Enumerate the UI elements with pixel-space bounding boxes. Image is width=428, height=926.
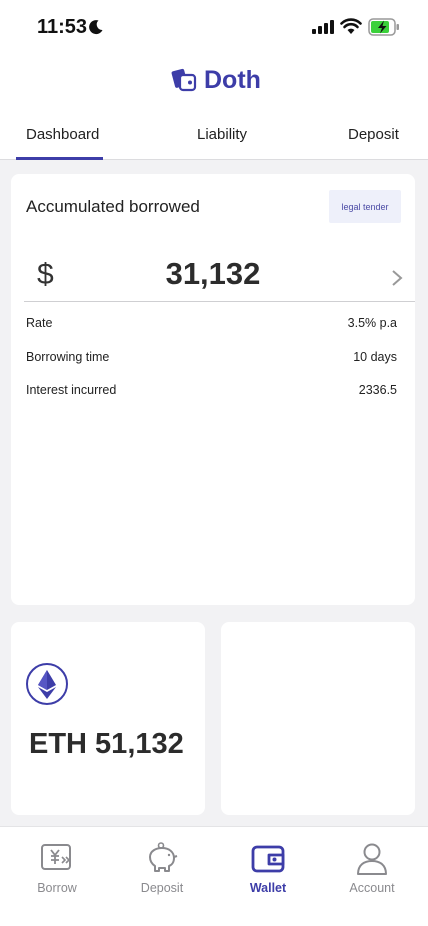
divider [24, 301, 415, 302]
signal-icon [312, 20, 334, 34]
card-title: Accumulated borrowed [26, 197, 200, 216]
accumulated-borrowed-card[interactable]: Accumulated borrowed legal tender $ 31,1… [11, 174, 415, 605]
nav-deposit[interactable]: Deposit [122, 841, 202, 895]
nav-borrow-label: Borrow [37, 881, 77, 895]
nav-deposit-label: Deposit [140, 881, 184, 895]
account-icon [357, 843, 387, 875]
tab-dashboard[interactable]: Dashboard [26, 126, 99, 143]
legal-tender-chip[interactable]: legal tender [329, 190, 401, 223]
wallet-cards-icon [171, 68, 197, 92]
rate-label: Rate [26, 316, 53, 330]
borrowed-amount: 31,132 [165, 256, 261, 291]
brand: Doth [170, 64, 261, 96]
borrowing-time-value: 10 days [353, 350, 397, 364]
nav-account-label: Account [349, 881, 395, 895]
borrowing-time-label: Borrowing time [26, 350, 110, 364]
interest-incurred-value: 2336.5 [358, 383, 397, 397]
rate-row: Rate 3.5% p.a [26, 316, 397, 334]
battery-charging-icon [368, 18, 399, 36]
app-header: Doth [0, 56, 428, 106]
nav-wallet-label: Wallet [249, 881, 287, 895]
nav-wallet[interactable]: Wallet [228, 841, 308, 895]
eth-balance: ETH 51,132 [29, 728, 184, 760]
wifi-icon [340, 18, 362, 34]
tab-deposit[interactable]: Deposit [348, 126, 399, 143]
chevron-right-icon[interactable] [391, 269, 403, 287]
tab-liability[interactable]: Liability [197, 126, 247, 143]
status-bar: 11:53 [0, 0, 428, 56]
interest-incurred-row: Interest incurred 2336.5 [26, 383, 397, 401]
borrowing-time-row: Borrowing time 10 days [26, 350, 397, 368]
empty-card [221, 622, 415, 815]
ethereum-icon [26, 663, 68, 705]
wallet-icon [251, 845, 285, 873]
borrow-icon [41, 844, 71, 870]
bottom-nav: Borrow Deposit Wallet Account [0, 826, 428, 926]
moon-icon [89, 20, 103, 35]
rate-value: 3.5% p.a [347, 316, 397, 330]
status-time: 11:53 [37, 16, 88, 38]
nav-borrow[interactable]: Borrow [17, 841, 97, 895]
eth-balance-card[interactable]: ETH 51,132 [11, 622, 205, 815]
nav-account[interactable]: Account [332, 841, 412, 895]
tab-bar: Dashboard Liability Deposit [0, 106, 428, 160]
interest-incurred-label: Interest incurred [26, 383, 117, 397]
brand-name: Doth [204, 65, 261, 94]
active-tab-indicator [16, 157, 103, 160]
piggy-bank-icon [149, 842, 178, 872]
